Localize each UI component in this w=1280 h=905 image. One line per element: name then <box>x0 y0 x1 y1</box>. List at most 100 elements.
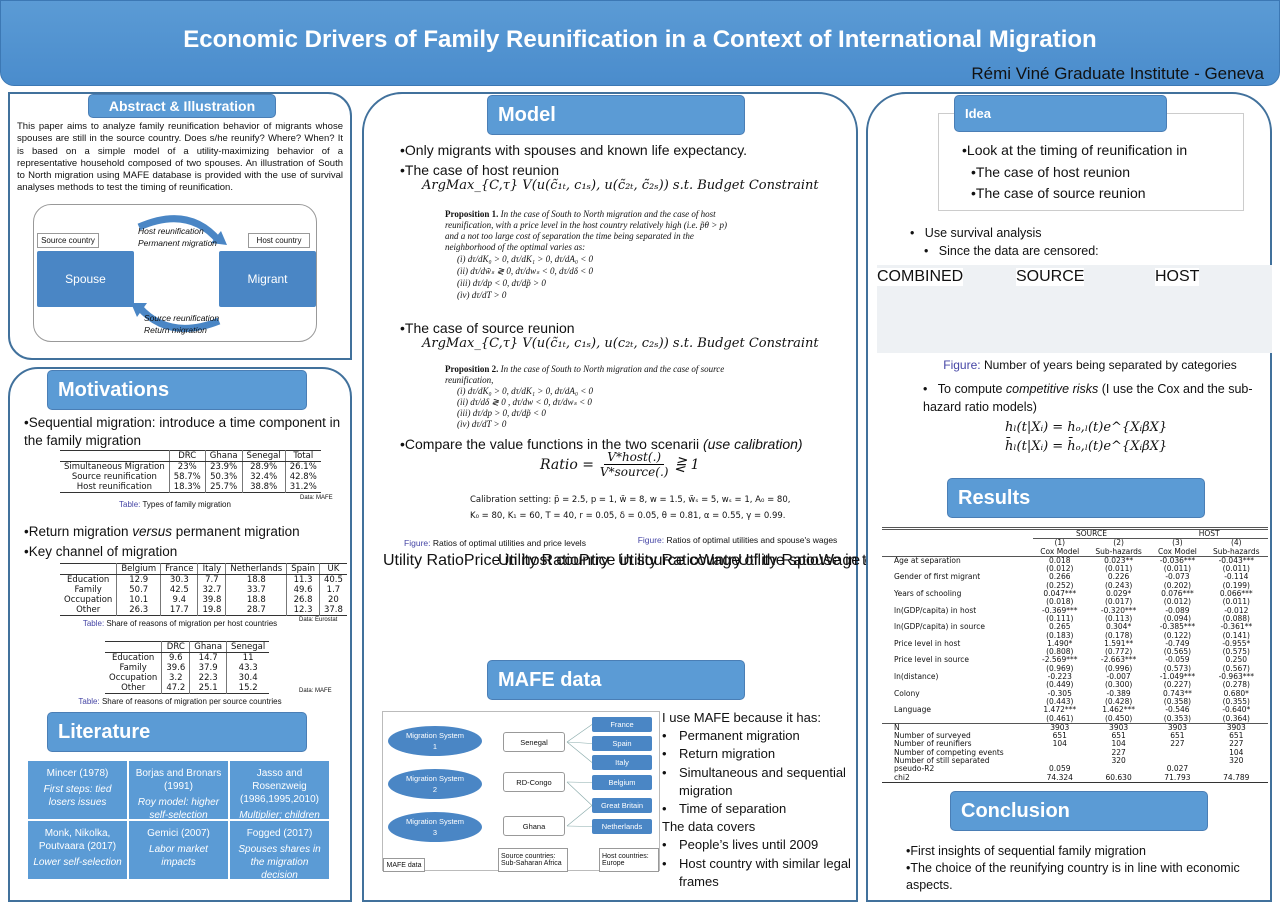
stats-row: Number of still separated 320 320 <box>882 756 1268 765</box>
table-cell: 11.3 <box>286 574 320 585</box>
table-cell: 23% <box>168 461 206 472</box>
table-cell: Family <box>119 663 147 673</box>
table-cell: 18.8 <box>225 574 287 585</box>
histogram-caption: Figure: Number of years being separated … <box>943 358 1237 372</box>
table-cell: 50.7 <box>116 585 161 595</box>
bullet-text: Sequential migration: introduce a time c… <box>24 415 341 448</box>
table-cell: 31.2% <box>284 482 321 493</box>
table-cell: 32.4% <box>241 472 286 482</box>
stats-row: chi2 74.324 60.630 71.793 74.789 <box>882 772 1268 783</box>
conclusion-title: Conclusion <box>950 791 1208 831</box>
table-cell: 12.9 <box>116 574 161 585</box>
results-table: SOURCE HOST (1) (2) (3) (4) Cox Model Sub-hazar… <box>882 527 1268 783</box>
mafe-covers: The data covers <box>662 819 756 835</box>
table-cell: 18.3% <box>168 482 206 493</box>
histogram-title: COMBINED <box>877 268 964 285</box>
stats-cell <box>1150 749 1204 757</box>
host-country-box: France <box>592 717 652 732</box>
table1-source: Data: MAFE <box>300 495 333 501</box>
table-cell: 17.7 <box>160 605 198 616</box>
source-country-box: RD-Congo <box>503 772 565 792</box>
column-header: Senegal <box>241 450 286 462</box>
abstract-title: Abstract & Illustration <box>88 94 276 118</box>
table-cell: 20 <box>318 595 347 605</box>
motivation-bullet-3: •Key channel of migration <box>24 544 178 559</box>
mafe-feature: • Time of separation <box>662 801 787 817</box>
column-header <box>60 563 117 575</box>
motivations-title: Motivations <box>47 370 307 410</box>
table-cell: 30.3 <box>160 574 198 585</box>
table-cell: 9.6 <box>161 652 190 663</box>
table-cell: 32.7 <box>197 585 226 595</box>
results-cell: ln(GDP/capita) in host <box>894 605 977 615</box>
literature-note: Labor market impacts <box>149 844 208 868</box>
table-cell: 15.2 <box>226 683 270 694</box>
host-reasons-table: Belgium France Italy Netherlands Spain UK Educ… <box>60 563 347 616</box>
results-row: Price level in source -2.569*** -2.663*** -… <box>882 656 1268 665</box>
literature-item: Borjas and Bronars (1991) Roy model: high… <box>128 760 229 821</box>
mafe-intro: I use MAFE because it has: <box>662 710 821 725</box>
migration-system: Migration System 3 <box>388 812 482 842</box>
table-cell: 42.5 <box>160 585 198 595</box>
literature-ref: Mincer (1978) <box>46 768 109 779</box>
column-header: Netherlands <box>225 563 287 575</box>
proposition-item: (i) dτ/dK₀ > 0, dτ/dK₁ > 0, dτ/dA₀ < 0 <box>457 386 594 396</box>
stats-cell: 71.793 <box>1164 772 1191 782</box>
table-cell: 12.3 <box>286 605 320 616</box>
histogram-title: HOST <box>1155 268 1200 285</box>
plot-ylabel: Utility Ratio <box>383 552 464 569</box>
source-reasons-table: DRC Ghana Senegal Education 9.6 14.7 11 Family 3… <box>105 641 270 694</box>
table1-caption: Table: Types of family migration <box>119 500 231 509</box>
results-cell: (0.450) <box>1104 713 1133 723</box>
column-header: UK <box>318 563 347 575</box>
table-cell: 23.9% <box>204 461 243 472</box>
group-header: HOST <box>1150 528 1268 540</box>
table3-source: Data: MAFE <box>299 688 332 694</box>
table-cell: Other <box>76 605 101 615</box>
table-cell: 50.3% <box>204 472 243 482</box>
host-countries-label: Host countries: Europe <box>599 848 659 872</box>
table-cell: 42.8% <box>284 472 321 482</box>
results-row: Age at separation 0.018 0.023** -0.036*** -0… <box>882 556 1268 565</box>
mafe-feature: • Return migration <box>662 746 776 762</box>
stats-cell: 227 <box>1170 739 1185 749</box>
host-country-box: Great Britain <box>592 798 652 813</box>
table3-caption: Table: Share of reasons of migration per… <box>78 697 282 706</box>
table-cell: 1.7 <box>318 585 347 595</box>
table-row: Host reunification 18.3% 25.7% 38.8% 31.2% <box>60 482 321 493</box>
column-header: Ghana <box>189 641 227 653</box>
table-cell: 26.1% <box>284 461 321 472</box>
table-cell: 49.6 <box>286 585 320 595</box>
column-header <box>60 450 170 462</box>
column-header: DRC <box>161 641 190 653</box>
proposition-item: (ii) dτ/dδ ≷ 0 , dτ/dw < 0, dτ/dwₛ < 0 <box>457 397 592 407</box>
table-row: Source reunification 58.7% 50.3% 32.4% 42.8% <box>60 472 321 482</box>
hazard-equations: hₗ(t|Xᵢ) = hₒ,ₗ(t)e^{XᵢβX} h̄ₗ(t|Xᵢ) = h̄… <box>1005 420 1168 454</box>
table2-source: Data: Eurostat <box>299 617 338 623</box>
literature-item: Monk, Nikolka, Poutvaara (2017) Lower sel… <box>27 820 128 880</box>
poster-title: Economic Drivers of Family Reunification… <box>183 26 1097 53</box>
family-migration-table-wrap: DRC Ghana Senegal Total Simultaneous Migrati… <box>60 450 321 493</box>
table-cell: Other <box>121 683 146 693</box>
table-cell: 14.7 <box>189 652 227 663</box>
table-row: Family 39.6 37.9 43.3 <box>105 663 270 673</box>
table-row: Occupation 3.2 22.3 30.4 <box>105 673 270 683</box>
literature-item: Jasso and Rosenzweig (1986,1995,2010) Mul… <box>229 760 330 821</box>
proposition-item: (iii) dτ/dp > 0, dτ/dp̃ < 0 <box>457 408 546 418</box>
plot-ylabel: Utility Ratio <box>618 552 699 569</box>
table-cell: 28.9% <box>241 461 286 472</box>
motivation-bullet-2: •Return migration versus permanent migra… <box>24 524 300 539</box>
column-header: France <box>160 563 198 575</box>
table-cell: Family <box>74 585 102 595</box>
model-title: Model <box>487 95 745 135</box>
family-migration-table: DRC Ghana Senegal Total Simultaneous Migrati… <box>60 450 321 493</box>
source-country-box: Senegal <box>503 732 565 752</box>
table-cell: 9.4 <box>160 595 198 605</box>
migration-system: Migration System 2 <box>388 769 482 799</box>
calibration-setting: Calibration setting: p̃ = 2.5, p = 1, w̃… <box>470 495 791 521</box>
mafe-title: MAFE data <box>487 660 745 700</box>
results-row: ln(distance) -0.223 -0.007 -1.049*** -0.963*… <box>882 672 1268 681</box>
table-cell: 25.1 <box>189 683 227 694</box>
plot-ylabel: Utility Ratio <box>738 552 819 569</box>
results-row: ln(GDP/capita) in host -0.369*** -0.320***… <box>882 605 1268 615</box>
